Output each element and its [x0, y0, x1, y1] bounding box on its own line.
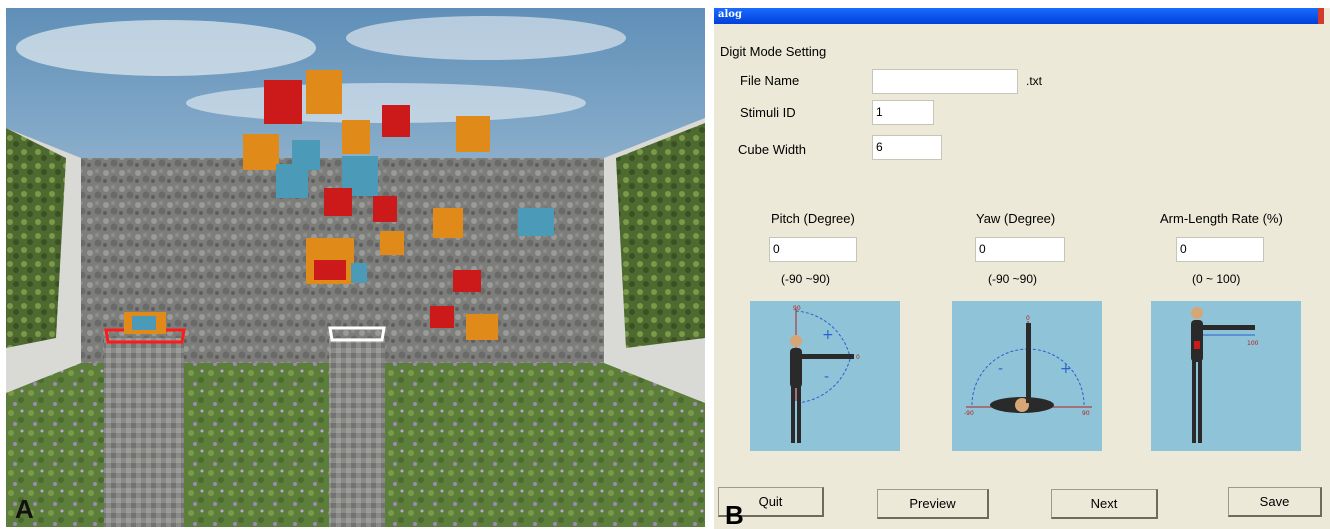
stimuli-id-label: Stimuli ID [740, 105, 796, 120]
figure-arm [798, 354, 854, 359]
arm-length-input[interactable]: 0 [1176, 237, 1264, 262]
figure-arm [1026, 323, 1031, 403]
window-titlebar[interactable]: alog [714, 8, 1324, 24]
scene-3d-view [6, 8, 705, 527]
orange-cube [466, 314, 498, 340]
figure-leg [791, 387, 795, 443]
orange-cube [306, 70, 342, 114]
pitch-plus-sign: + [822, 327, 834, 343]
file-extension-label: .txt [1026, 74, 1043, 88]
pitch-input[interactable]: 0 [769, 237, 857, 262]
yaw-plus-sign: + [1060, 361, 1072, 377]
cube-width-input[interactable]: 6 [872, 135, 942, 160]
pitch-label: Pitch (Degree) [771, 211, 855, 226]
cube-width-label: Cube Width [738, 142, 806, 157]
yaw-input[interactable]: 0 [975, 237, 1065, 262]
left-ivy [6, 128, 66, 348]
figure-head [1191, 307, 1203, 319]
arm-length-label-100: 100 [1247, 340, 1259, 347]
save-button[interactable]: Save [1228, 487, 1322, 517]
yaw-arc [971, 348, 1029, 406]
orange-cube [342, 120, 370, 154]
figure-leg [1192, 361, 1196, 443]
orange-cube [243, 134, 279, 170]
yaw-minus-sign: - [998, 361, 1003, 377]
preview-button[interactable]: Preview [877, 489, 989, 519]
digit-mode-dialog: alog Digit Mode Setting File Name .txt S… [714, 8, 1330, 529]
figure-leg [797, 387, 801, 443]
red-cube [453, 270, 481, 292]
right-pillar [328, 326, 386, 527]
pitch-arc [795, 358, 851, 404]
red-cube [324, 188, 352, 216]
figure-marker [1194, 341, 1200, 349]
cloud [16, 20, 316, 76]
blue-cube [351, 263, 367, 283]
next-button[interactable]: Next [1051, 489, 1158, 519]
orange-cube [456, 116, 490, 152]
file-name-label: File Name [740, 73, 800, 88]
pitch-minus-sign: - [824, 369, 829, 385]
yaw-label-left: -90 [964, 410, 974, 417]
cloud [346, 16, 626, 60]
yaw-label-0: 0 [1026, 315, 1030, 322]
file-name-input[interactable] [872, 69, 1018, 94]
arm-length-range: (0 ~ 100) [1192, 272, 1241, 286]
section-title: Digit Mode Setting [720, 44, 827, 59]
pitch-label-90: 90 [793, 305, 801, 312]
stimuli-id-input[interactable]: 1 [872, 100, 934, 125]
window-title: alog [718, 9, 742, 20]
yaw-arc [1027, 348, 1085, 406]
hand-icon [314, 260, 346, 280]
scene-panel: A [6, 8, 705, 527]
pitch-diagram: 90 0 + - [750, 301, 900, 451]
left-pillar [104, 312, 186, 527]
red-cube [373, 196, 397, 222]
yaw-diagram: 0 -90 90 - + [952, 301, 1102, 451]
yaw-range: (-90 ~90) [988, 272, 1038, 286]
red-cube [430, 306, 454, 328]
red-cube [264, 80, 302, 124]
arm-length-label: Arm-Length Rate (%) [1160, 211, 1283, 226]
orange-cube [380, 231, 404, 255]
orange-cube [433, 208, 463, 238]
figure-arm [1199, 325, 1255, 330]
blue-cube [276, 164, 308, 198]
figure-leg [1198, 361, 1202, 443]
pitch-label-0: 0 [856, 354, 860, 361]
blue-cube [518, 208, 554, 236]
red-cube [382, 105, 410, 137]
close-icon[interactable] [1318, 8, 1324, 24]
arm-length-diagram: 100 [1151, 301, 1301, 451]
panel-label-a: A [15, 494, 34, 524]
pitch-range: (-90 ~90) [781, 272, 831, 286]
yaw-label-right: 90 [1082, 410, 1090, 417]
yaw-label: Yaw (Degree) [976, 211, 1056, 226]
panel-label-b: B [725, 500, 744, 529]
figure-head [790, 335, 802, 347]
right-ivy [616, 123, 705, 348]
